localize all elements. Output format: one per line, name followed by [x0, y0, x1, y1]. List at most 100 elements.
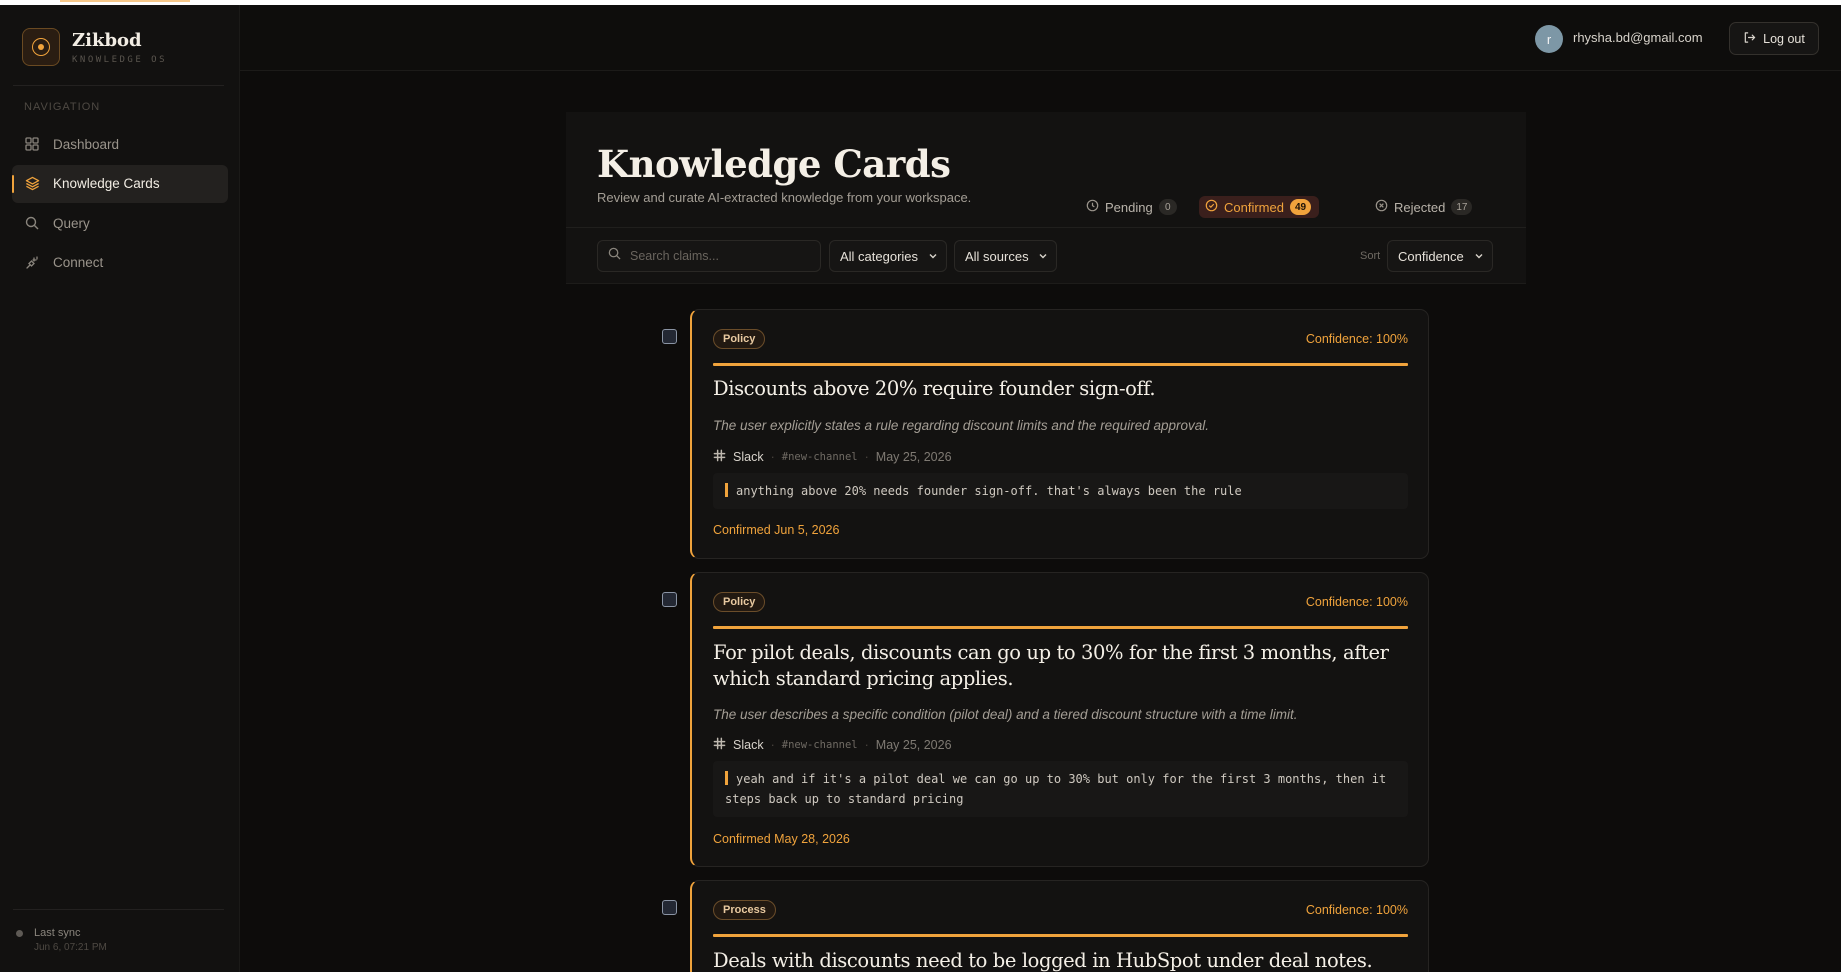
card-source-meta: Slack · #new-channel · May 25, 2026 — [713, 737, 952, 753]
tab-rejected[interactable]: Rejected 17 — [1369, 196, 1480, 218]
avatar[interactable]: r — [1535, 25, 1563, 53]
tab-count-badge: 49 — [1289, 199, 1312, 215]
slack-icon — [713, 449, 726, 465]
panel-divider — [566, 227, 1526, 228]
tab-confirmed[interactable]: Confirmed 49 — [1199, 196, 1320, 218]
sync-status-dot — [16, 930, 23, 937]
sidebar-item-connect[interactable]: Connect — [12, 244, 228, 282]
logout-label: Log out — [1763, 31, 1805, 46]
sync-time: Jun 6, 07:21 PM — [34, 942, 107, 953]
plug-icon — [24, 255, 40, 271]
sidebar-item-label: Query — [53, 215, 90, 231]
chevron-down-icon — [928, 249, 938, 264]
card-reasoning: The user explicitly states a rule regard… — [713, 418, 1210, 433]
confidence-bar — [713, 363, 1408, 366]
confidence-bar — [713, 934, 1408, 937]
card-claim: For pilot deals, discounts can go up to … — [713, 641, 1389, 690]
sidebar-item-knowledge-cards[interactable]: Knowledge Cards — [12, 164, 228, 203]
logo-icon — [22, 28, 60, 66]
sidebar-item-query[interactable]: Query — [12, 204, 228, 242]
sidebar-item-label: Connect — [53, 255, 104, 270]
tab-label: Rejected — [1394, 199, 1446, 215]
sort-select-value: Confidence — [1398, 248, 1464, 264]
knowledge-card[interactable]: Policy Confidence: 100% For pilot deals,… — [690, 572, 1429, 867]
tab-label: Confirmed — [1224, 199, 1284, 215]
search-icon — [608, 247, 621, 265]
user-email: rhysha.bd@gmail.com — [1573, 30, 1703, 45]
category-tag: Policy — [713, 592, 766, 612]
card-select-checkbox[interactable] — [662, 592, 677, 607]
x-circle-icon — [1375, 199, 1388, 215]
check-circle-icon — [1205, 199, 1218, 215]
source-select[interactable]: All sources — [954, 240, 1057, 272]
sidebar-divider — [13, 85, 224, 86]
confirmed-status: Confirmed Jun 5, 2026 — [713, 523, 840, 537]
logout-icon — [1743, 31, 1756, 47]
card-select-checkbox[interactable] — [662, 329, 677, 344]
knowledge-card[interactable]: Policy Confidence: 100% Discounts above … — [690, 309, 1429, 559]
meta-separator: · — [770, 450, 775, 464]
nav-list: Dashboard Knowledge Cards Query Connect — [12, 125, 228, 283]
source-date: May 25, 2026 — [875, 450, 952, 464]
source-date: May 25, 2026 — [875, 738, 952, 752]
knowledge-card[interactable]: Process Confidence: 100% Deals with disc… — [690, 880, 1429, 972]
source-name: Slack — [733, 738, 764, 752]
chevron-down-icon — [1038, 249, 1048, 264]
category-tag: Process — [713, 900, 776, 920]
card-claim: Deals with discounts need to be logged i… — [713, 949, 1373, 972]
slack-icon — [713, 737, 726, 753]
sidebar: Zikbod KNOWLEDGE OS NAVIGATION Dashboard… — [0, 5, 240, 972]
card-claim: Discounts above 20% require founder sign… — [713, 377, 1156, 400]
tab-pending[interactable]: Pending 0 — [1080, 196, 1185, 218]
category-select-value: All categories — [840, 248, 919, 264]
topbar: r rhysha.bd@gmail.com Log out — [240, 5, 1841, 71]
brand-subtitle: KNOWLEDGE OS — [72, 54, 168, 65]
search-box[interactable] — [597, 240, 821, 272]
meta-separator: · — [864, 450, 869, 464]
sidebar-item-label: Dashboard — [53, 136, 120, 152]
brand[interactable]: Zikbod KNOWLEDGE OS — [22, 28, 167, 66]
logout-button[interactable]: Log out — [1729, 22, 1819, 55]
layers-icon — [24, 176, 40, 192]
meta-separator: · — [864, 738, 869, 752]
source-quote: yeah and if it's a pilot deal we can go … — [713, 761, 1408, 817]
confidence-score: Confidence: 100% — [1305, 903, 1408, 917]
confidence-score: Confidence: 100% — [1305, 595, 1408, 609]
clock-icon — [1086, 199, 1099, 215]
nav-title: NAVIGATION — [24, 101, 101, 113]
status-tabs: Pending 0 Confirmed 49 Rejected 17 — [566, 196, 1526, 218]
source-channel[interactable]: #new-channel — [782, 451, 858, 463]
confirmed-status: Confirmed May 28, 2026 — [713, 832, 850, 846]
cards-header-panel: Knowledge Cards Review and curate AI-ext… — [566, 112, 1526, 284]
card-reasoning: The user describes a specific condition … — [713, 707, 1298, 722]
sidebar-item-label: Knowledge Cards — [53, 176, 160, 191]
confidence-score: Confidence: 100% — [1305, 332, 1408, 346]
page-title: Knowledge Cards — [597, 142, 951, 186]
sidebar-divider — [13, 909, 224, 910]
quote-text: yeah and if it's a pilot deal we can go … — [725, 772, 1387, 806]
sidebar-item-dashboard[interactable]: Dashboard — [12, 125, 228, 163]
sort-label: Sort — [1360, 250, 1381, 262]
search-icon — [24, 215, 40, 231]
sync-label: Last sync — [34, 927, 81, 939]
quote-bar — [725, 483, 728, 497]
tab-label: Pending — [1105, 199, 1153, 215]
chevron-down-icon — [1474, 249, 1484, 264]
category-select[interactable]: All categories — [829, 240, 947, 272]
source-quote: anything above 20% needs founder sign-of… — [713, 473, 1408, 509]
quote-bar — [725, 771, 728, 785]
tab-count-badge: 17 — [1451, 199, 1473, 215]
quote-text: anything above 20% needs founder sign-of… — [736, 484, 1242, 498]
confidence-bar — [713, 626, 1408, 629]
meta-separator: · — [770, 738, 775, 752]
search-input[interactable] — [630, 249, 810, 263]
tab-count-badge: 0 — [1158, 199, 1177, 215]
category-tag: Policy — [713, 329, 766, 349]
grid-icon — [24, 136, 40, 152]
source-channel[interactable]: #new-channel — [782, 739, 858, 751]
card-source-meta: Slack · #new-channel · May 25, 2026 — [713, 449, 952, 465]
sort-select[interactable]: Confidence — [1387, 240, 1493, 272]
card-select-checkbox[interactable] — [662, 900, 677, 915]
brand-name: Zikbod — [72, 29, 142, 51]
source-select-value: All sources — [965, 248, 1029, 264]
